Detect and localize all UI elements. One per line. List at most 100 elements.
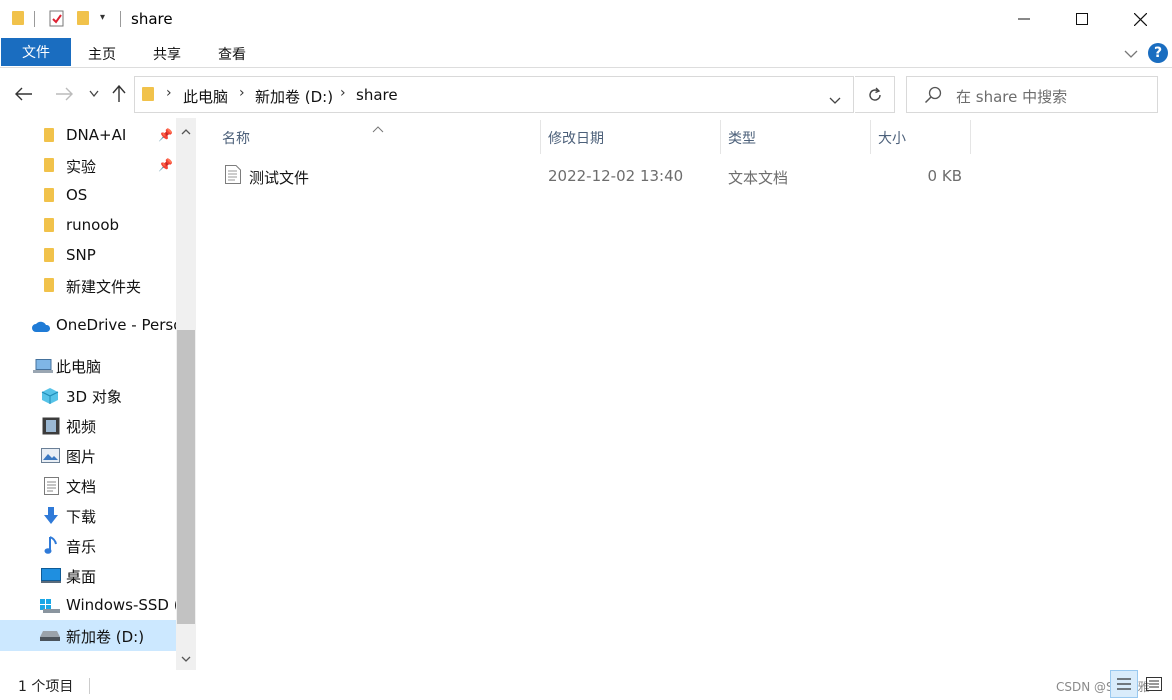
nav-label: 图片 bbox=[66, 448, 97, 466]
scroll-down-button[interactable] bbox=[176, 649, 196, 669]
nav-item-os[interactable]: OS bbox=[0, 180, 176, 210]
music-icon bbox=[44, 536, 57, 554]
file-size: 0 KB bbox=[927, 167, 962, 185]
forward-button[interactable] bbox=[52, 82, 76, 106]
nav-label: 下载 bbox=[66, 508, 97, 526]
nav-label: 新加卷 (D:) bbox=[66, 628, 145, 646]
expand-ribbon-button[interactable] bbox=[1124, 44, 1138, 63]
details-view-button[interactable] bbox=[1110, 670, 1138, 698]
properties-icon[interactable] bbox=[49, 9, 66, 27]
column-divider[interactable] bbox=[870, 120, 871, 154]
pin-icon: 📌 bbox=[158, 158, 173, 172]
divider bbox=[34, 11, 35, 27]
drive-icon bbox=[40, 631, 60, 641]
nav-item-desktop[interactable]: 桌面 bbox=[0, 560, 176, 590]
nav-item-new-folder[interactable]: 新建文件夹 bbox=[0, 270, 176, 300]
scroll-up-button[interactable] bbox=[176, 122, 196, 142]
nav-label: SNP bbox=[66, 246, 96, 264]
up-button[interactable] bbox=[107, 82, 131, 106]
file-name[interactable]: 测试文件 bbox=[249, 167, 309, 188]
status-bar bbox=[0, 672, 1172, 700]
nav-item-documents[interactable]: 文档 bbox=[0, 470, 176, 500]
nav-item-runoob[interactable]: runoob bbox=[0, 210, 176, 240]
nav-label: 文档 bbox=[66, 478, 97, 496]
minimize-icon bbox=[1018, 18, 1030, 20]
search-placeholder: 在 share 中搜索 bbox=[956, 88, 1068, 106]
nav-item-onedrive[interactable]: OneDrive - Perso bbox=[0, 310, 176, 340]
chevron-right-icon[interactable]: › bbox=[239, 85, 245, 101]
chevron-down-icon bbox=[829, 97, 841, 104]
folder-icon bbox=[44, 248, 54, 262]
column-header-type[interactable]: 类型 bbox=[728, 128, 756, 148]
nav-item-windows-ssd[interactable]: Windows-SSD ( bbox=[0, 590, 176, 620]
column-divider[interactable] bbox=[970, 120, 971, 154]
arrow-up-icon bbox=[112, 85, 126, 102]
details-view-icon bbox=[1117, 678, 1131, 690]
large-icons-view-button[interactable] bbox=[1140, 670, 1168, 698]
refresh-button[interactable] bbox=[855, 76, 895, 113]
recent-locations-button[interactable] bbox=[82, 82, 106, 106]
folder-icon bbox=[44, 278, 54, 292]
column-divider[interactable] bbox=[540, 120, 541, 154]
breadcrumb-share[interactable]: share bbox=[356, 86, 398, 104]
breadcrumb-this-pc[interactable]: 此电脑 bbox=[183, 86, 228, 107]
sort-ascending-icon bbox=[372, 118, 384, 137]
column-header-name[interactable]: 名称 bbox=[222, 128, 250, 148]
arrow-right-icon bbox=[56, 87, 73, 101]
nav-item-this-pc[interactable]: 此电脑 bbox=[0, 350, 176, 380]
nav-item-experiment[interactable]: 实验 📌 bbox=[0, 150, 176, 180]
text-file-icon bbox=[225, 165, 241, 188]
desktop-icon bbox=[41, 568, 61, 583]
nav-item-snp[interactable]: SNP bbox=[0, 240, 176, 270]
tab-file[interactable]: 文件 bbox=[1, 38, 71, 66]
folder-icon bbox=[142, 87, 154, 101]
nav-item-downloads[interactable]: 下载 bbox=[0, 500, 176, 530]
breadcrumb-drive[interactable]: 新加卷 (D:) bbox=[255, 86, 333, 107]
nav-item-drive-d[interactable]: 新加卷 (D:) bbox=[0, 620, 176, 651]
nav-label: 视频 bbox=[66, 418, 97, 436]
chevron-down-icon bbox=[89, 90, 99, 98]
nav-label: 新建文件夹 bbox=[66, 278, 142, 296]
nav-label: OS bbox=[66, 186, 88, 204]
close-button[interactable] bbox=[1111, 0, 1169, 38]
large-icons-view-icon bbox=[1146, 677, 1162, 691]
column-header-size[interactable]: 大小 bbox=[878, 128, 906, 148]
column-header-modified[interactable]: 修改日期 bbox=[548, 128, 604, 148]
search-icon bbox=[924, 86, 942, 108]
scroll-thumb[interactable] bbox=[177, 330, 195, 624]
tab-view[interactable]: 查看 bbox=[218, 44, 246, 64]
computer-icon bbox=[33, 359, 53, 373]
refresh-icon bbox=[868, 87, 881, 101]
nav-label: DNA+AI bbox=[66, 126, 127, 144]
nav-label: Windows-SSD ( bbox=[66, 596, 176, 614]
pin-icon: 📌 bbox=[158, 128, 173, 142]
nav-item-videos[interactable]: 视频 bbox=[0, 410, 176, 440]
tab-share[interactable]: 共享 bbox=[153, 44, 181, 64]
nav-label: 实验 bbox=[66, 158, 97, 176]
minimize-button[interactable] bbox=[995, 0, 1053, 38]
nav-item-dna-ai[interactable]: DNA+AI 📌 bbox=[0, 120, 176, 150]
download-icon bbox=[44, 507, 58, 524]
column-divider[interactable] bbox=[720, 120, 721, 154]
documents-icon bbox=[44, 477, 59, 495]
item-count: 1 个项目 bbox=[18, 679, 74, 695]
chevron-right-icon[interactable]: › bbox=[166, 85, 172, 101]
address-history-button[interactable] bbox=[829, 90, 841, 109]
back-button[interactable] bbox=[12, 82, 36, 106]
divider bbox=[120, 11, 121, 27]
folder-icon bbox=[44, 188, 54, 202]
folder-icon bbox=[44, 218, 54, 232]
maximize-icon bbox=[1076, 13, 1088, 25]
customize-quick-access-icon[interactable]: ▾ bbox=[100, 12, 105, 23]
maximize-button[interactable] bbox=[1053, 0, 1111, 38]
chevron-up-icon bbox=[181, 129, 191, 135]
nav-item-music[interactable]: 音乐 bbox=[0, 530, 176, 560]
tab-home[interactable]: 主页 bbox=[88, 44, 116, 64]
video-icon bbox=[42, 417, 60, 435]
nav-item-3d-objects[interactable]: 3D 对象 bbox=[0, 380, 176, 410]
help-button[interactable]: ? bbox=[1148, 43, 1168, 63]
new-folder-icon[interactable] bbox=[77, 11, 89, 25]
chevron-right-icon[interactable]: › bbox=[340, 85, 346, 101]
nav-item-pictures[interactable]: 图片 bbox=[0, 440, 176, 470]
windows-drive-icon bbox=[40, 599, 60, 613]
